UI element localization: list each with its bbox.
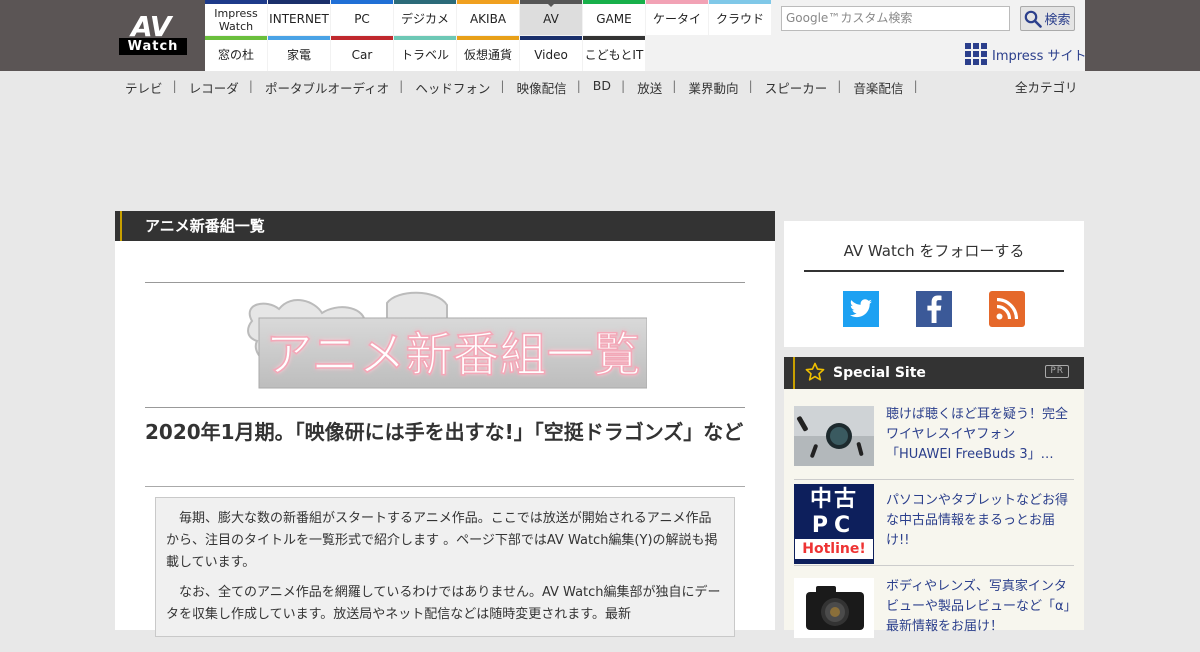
site-tab[interactable]: AV xyxy=(520,0,582,35)
article-title: 2020年1月期。「映像研には手を出すな!」「空挺ドラゴンズ」など xyxy=(145,420,744,444)
special-item-text: ボディやレンズ、写真家インタビューや製品レビューなど「α」最新情報をお届け！ xyxy=(886,579,1071,634)
category-separator: | xyxy=(621,78,626,93)
site-tab[interactable]: Impress Watch xyxy=(205,0,267,35)
grid-icon xyxy=(965,43,987,65)
category-separator: | xyxy=(748,78,753,93)
all-categories-link[interactable]: 全カテゴリ xyxy=(1015,77,1078,96)
site-tab[interactable]: AKIBA xyxy=(457,0,519,35)
category-separator: | xyxy=(172,78,177,93)
thumb-line: PC xyxy=(811,513,857,538)
active-caret-icon xyxy=(547,3,555,7)
impress-site-nav: Impress Watch INTERNET PC デジカメ AKIBA AV GAME ケー… xyxy=(205,0,771,71)
site-tab[interactable]: ケータイ xyxy=(646,0,708,35)
category-separator: | xyxy=(500,78,505,93)
category-separator: | xyxy=(248,78,253,93)
anime-banner-image: アニメ新番組一覧 xyxy=(247,291,647,389)
special-item[interactable]: 聴けば聴くほど耳を疑う！完全ワイヤレスイヤフォン「HUAWEI FreeBuds… xyxy=(794,398,1074,480)
rss-button[interactable] xyxy=(989,291,1025,327)
facebook-icon xyxy=(927,295,942,323)
category-link[interactable]: 放送 xyxy=(637,78,662,97)
category-link[interactable]: レコーダ xyxy=(189,78,239,97)
category-link[interactable]: 音楽配信 xyxy=(853,78,903,97)
facebook-button[interactable] xyxy=(916,291,952,327)
star-icon xyxy=(805,362,825,381)
category-link[interactable]: テレビ xyxy=(125,78,163,97)
earbuds-thumbnail xyxy=(794,406,874,466)
category-link[interactable]: 映像配信 xyxy=(517,78,567,97)
impress-site-link[interactable]: Impress サイト xyxy=(965,43,1087,65)
special-item[interactable]: ボディやレンズ、写真家インタビューや製品レビューなど「α」最新情報をお届け！ xyxy=(794,570,1074,652)
main-column: アニメ新番組一覧 アニメ新番組一覧 2020年1月期。「映像研には手を出すな!」… xyxy=(115,211,775,637)
category-link[interactable]: ヘッドフォン xyxy=(415,78,490,97)
site-tab[interactable]: Car xyxy=(331,36,393,71)
impress-site-label: Impress サイト xyxy=(992,48,1087,64)
pr-badge: PR xyxy=(1045,365,1069,378)
site-tab[interactable]: 仮想通貨 xyxy=(457,36,519,71)
category-separator: | xyxy=(672,78,677,93)
site-tab[interactable]: Video xyxy=(520,36,582,71)
category-separator: | xyxy=(399,78,404,93)
site-tab[interactable]: GAME xyxy=(583,0,645,35)
search-button[interactable]: 検索 xyxy=(1020,6,1075,31)
banner-text: アニメ新番組一覧 xyxy=(265,328,640,383)
site-tab[interactable]: クラウド xyxy=(709,0,771,35)
site-tab[interactable]: INTERNET xyxy=(268,0,330,35)
special-site-panel: Special Site PR 聴けば聴くほど耳を疑う！完全ワイヤレスイヤフォン… xyxy=(784,357,1084,638)
lead-paragraph: なお、全てのアニメ作品を網羅しているわけではありません。AV Watch編集部が… xyxy=(166,585,721,622)
camera-thumbnail xyxy=(794,578,874,638)
pc-hotline-thumbnail: 中古 PC Hotline! xyxy=(794,484,874,564)
special-item[interactable]: 中古 PC Hotline! パソコンやタブレットなどお得な中古品情報をまるっと… xyxy=(794,484,1074,566)
follow-panel: AV Watch をフォローする xyxy=(784,221,1084,347)
category-separator: | xyxy=(913,78,918,93)
category-separator: | xyxy=(837,78,842,93)
category-link[interactable]: 業界動向 xyxy=(688,78,738,97)
section-title: アニメ新番組一覧 xyxy=(115,211,775,241)
site-tab[interactable]: トラベル xyxy=(394,36,456,71)
lead-box: 毎期、膨大な数の新番組がスタートするアニメ作品。ここでは放送が開始されるアニメ作… xyxy=(155,497,735,637)
logo-watch-text: Watch xyxy=(119,38,187,55)
thumb-line: Hotline! xyxy=(795,539,873,559)
site-tab[interactable]: デジカメ xyxy=(394,0,456,35)
twitter-button[interactable] xyxy=(843,291,879,327)
category-link[interactable]: スピーカー xyxy=(765,78,828,97)
rss-icon xyxy=(996,298,1018,320)
thumb-line: 中古 xyxy=(809,487,858,512)
anime-banner[interactable]: アニメ新番組一覧 xyxy=(145,282,745,408)
search-button-label: 検索 xyxy=(1044,13,1071,28)
site-tab[interactable]: PC xyxy=(331,0,393,35)
twitter-icon xyxy=(850,299,872,318)
special-item-text: 聴けば聴くほど耳を疑う！完全ワイヤレスイヤフォン「HUAWEI FreeBuds… xyxy=(886,407,1069,462)
category-link[interactable]: BD xyxy=(593,78,611,97)
special-site-header: Special Site PR xyxy=(784,357,1084,389)
search-input[interactable]: Google™カスタム検索 xyxy=(781,6,1010,31)
follow-title: AV Watch をフォローする xyxy=(804,240,1064,272)
av-watch-logo[interactable]: AV Watch xyxy=(115,0,205,71)
divider xyxy=(145,486,745,487)
site-tab[interactable]: 家電 xyxy=(268,36,330,71)
category-link[interactable]: ポータブルオーディオ xyxy=(265,78,389,97)
category-nav: テレビ | レコーダ | ポータブルオーディオ | ヘッドフォン | 映像配信 | BD | 放送 | 業界… xyxy=(125,78,930,97)
site-tab[interactable]: こどもとIT xyxy=(583,36,645,71)
category-separator: | xyxy=(576,78,581,93)
site-tab[interactable]: 窓の杜 xyxy=(205,36,267,71)
search-icon xyxy=(1025,10,1043,28)
special-site-title: Special Site xyxy=(833,365,926,381)
lead-paragraph: 毎期、膨大な数の新番組がスタートするアニメ作品。ここでは放送が開始されるアニメ作… xyxy=(166,511,718,570)
special-item-text: パソコンやタブレットなどお得な中古品情報をまるっとお届け!! xyxy=(886,493,1069,548)
